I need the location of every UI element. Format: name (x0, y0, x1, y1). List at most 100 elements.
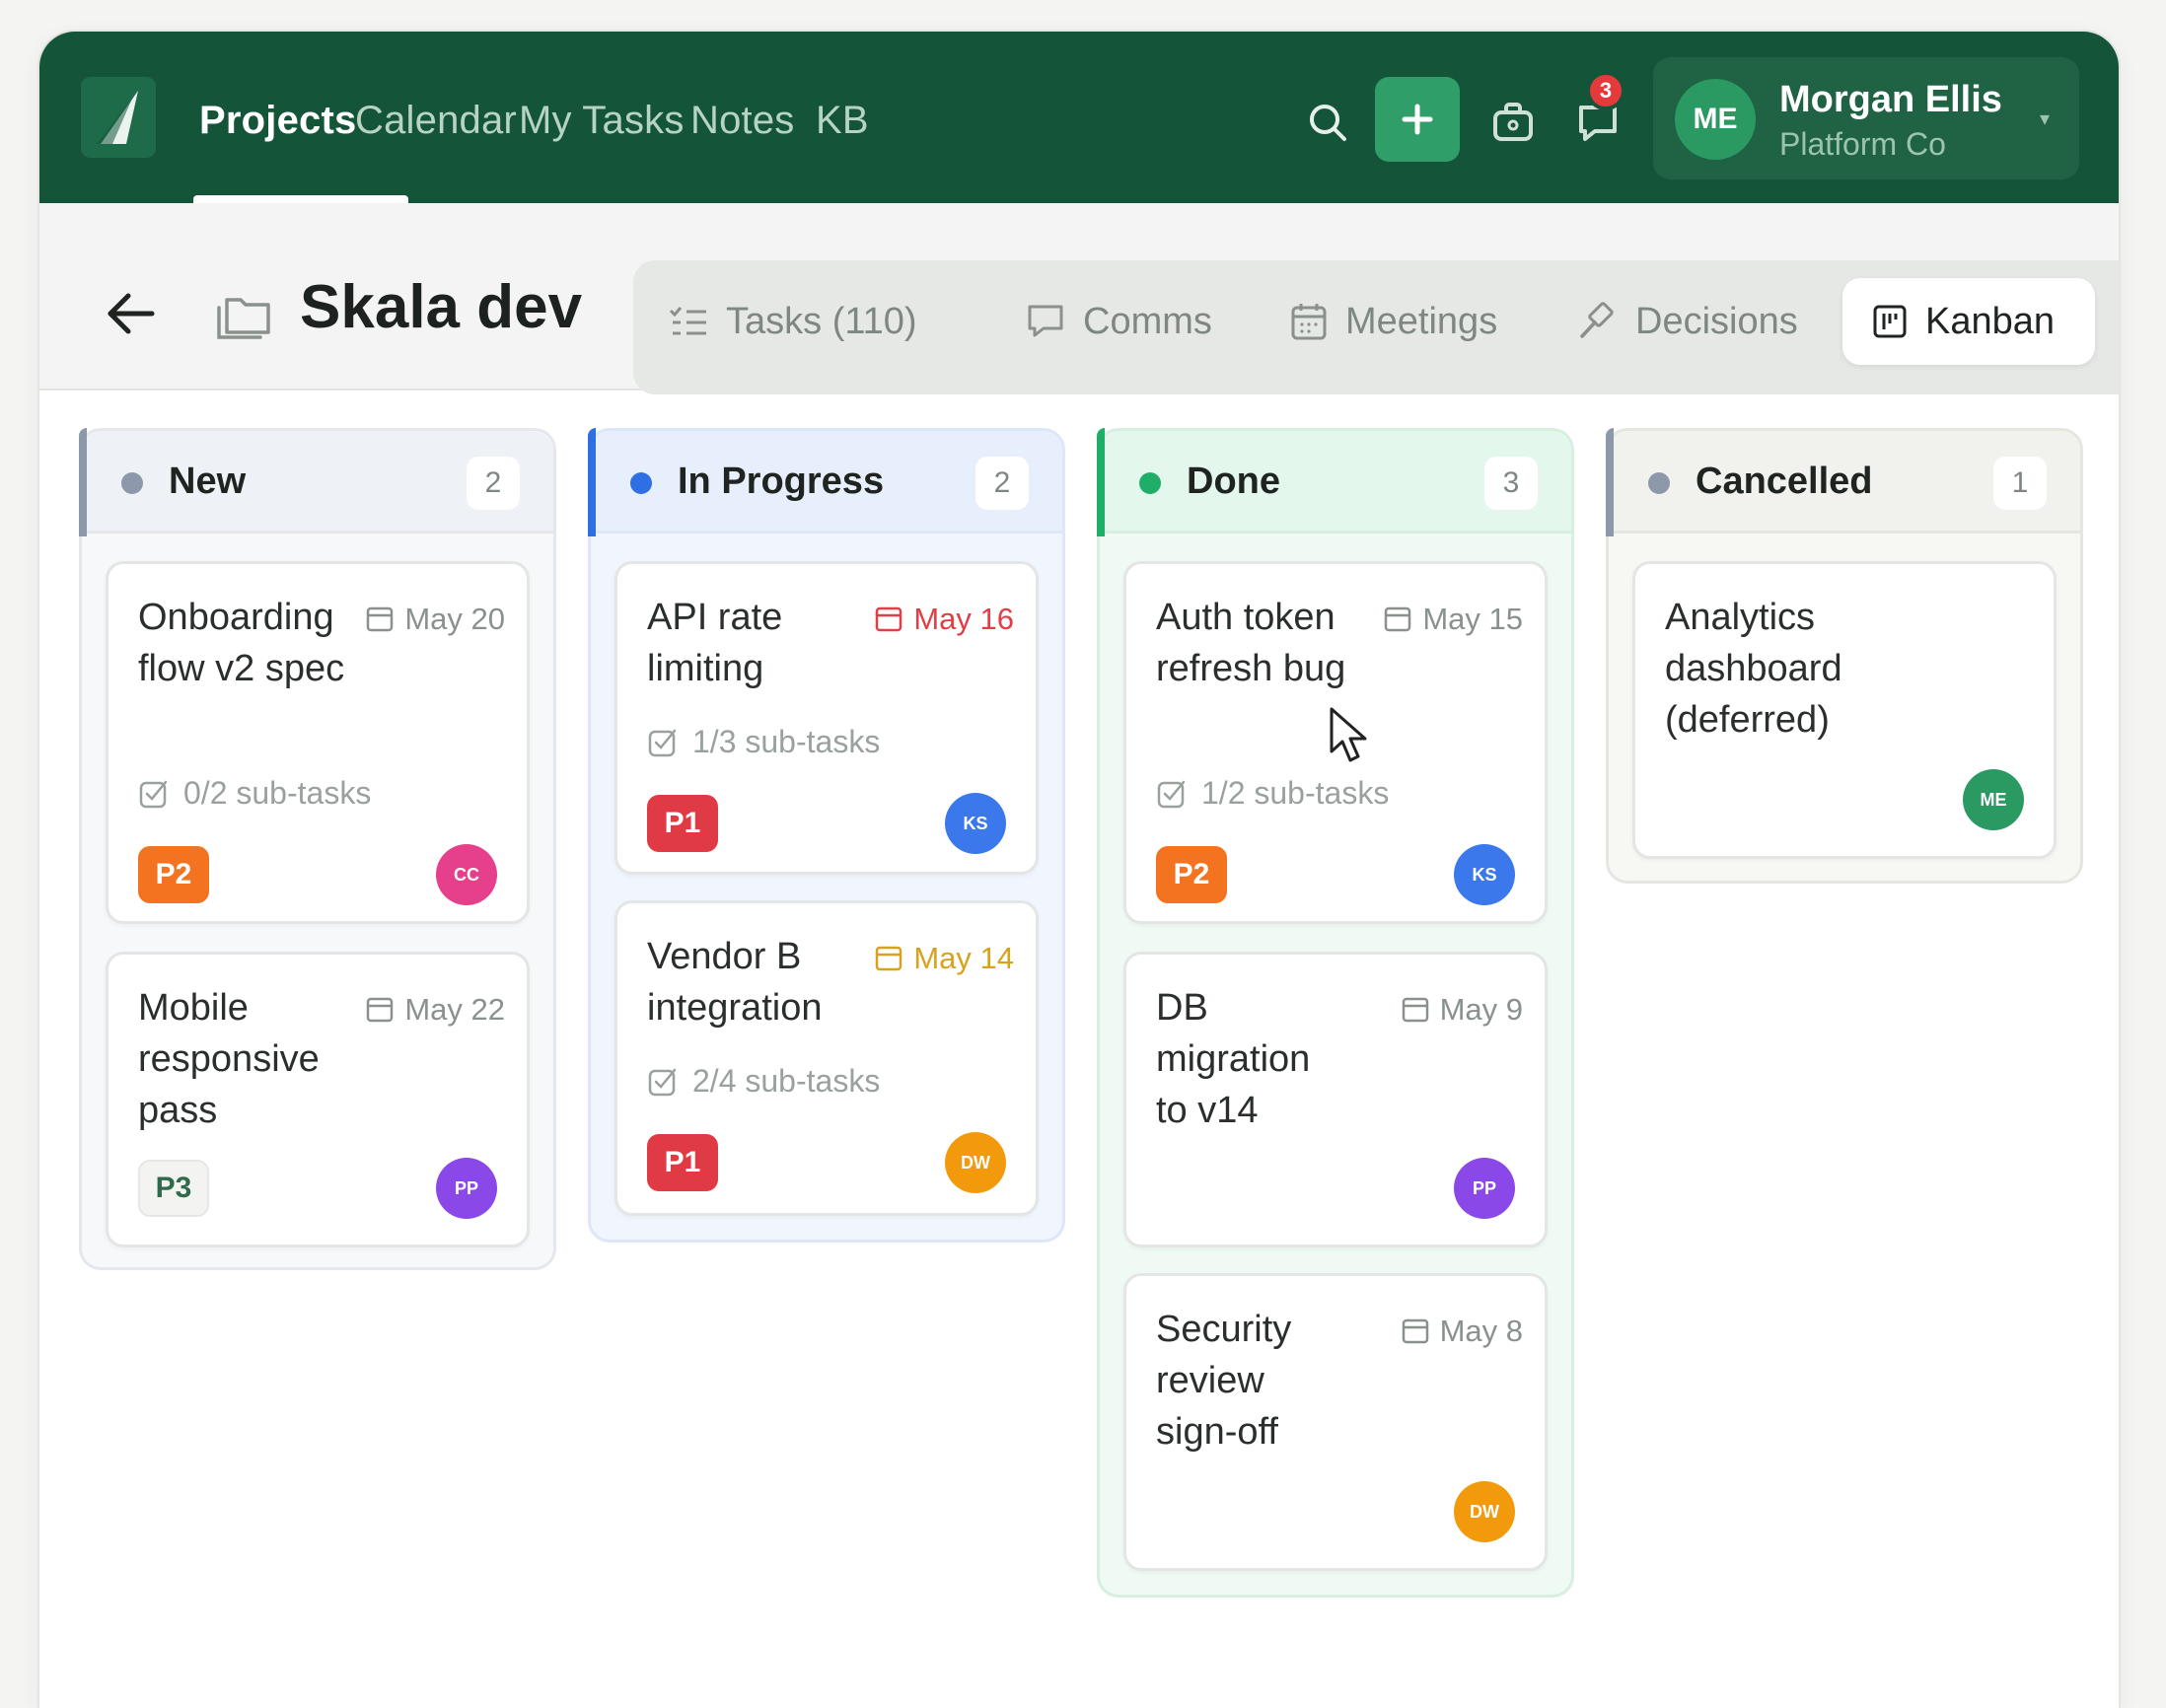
mouse-cursor-icon (1330, 707, 1367, 762)
tab-label: Kanban (1925, 300, 2056, 342)
task-card[interactable]: Mobile responsive pass May 22 P3 PP (106, 952, 530, 1247)
column-accent (1097, 428, 1105, 536)
tab-decisions[interactable]: Decisions (1578, 278, 1798, 365)
chevron-down-icon: ▾ (2040, 108, 2051, 130)
subtask-progress: 1/3 sub-tasks (647, 724, 880, 760)
nav-kb[interactable]: KB (816, 91, 869, 150)
avatar: DW (945, 1132, 1006, 1193)
nav-calendar[interactable]: Calendar (355, 91, 517, 150)
due-date: May 22 (365, 992, 505, 1028)
user-name: Morgan Ellis (1779, 79, 2002, 120)
folder-icon (215, 284, 274, 343)
nav-notes[interactable]: Notes (690, 91, 795, 150)
avatar: PP (436, 1158, 497, 1219)
task-title: Security review sign-off (1156, 1309, 1292, 1453)
due-date: May 14 (874, 941, 1014, 976)
avatar: ME (1675, 79, 1756, 160)
priority-badge: P1 (647, 1134, 718, 1191)
column-title: New (169, 461, 247, 502)
subtask-progress: 0/2 sub-tasks (138, 775, 371, 812)
tab-tasks[interactable]: Tasks (110) (669, 278, 917, 365)
calendar-icon (1402, 1318, 1428, 1344)
calendar-icon (367, 997, 394, 1023)
kanban-column-new: New 2 Onboarding flow v2 spec May 20 0/2… (79, 428, 556, 1270)
user-organization: Platform Co (1779, 126, 1946, 162)
nav-my-tasks[interactable]: My Tasks (519, 91, 685, 150)
create-new-button[interactable] (1375, 77, 1460, 162)
column-title: Cancelled (1696, 461, 1873, 502)
app-window: Projects Calendar My Tasks Notes KB 3 ME… (39, 32, 2119, 1708)
task-card[interactable]: Onboarding flow v2 spec May 20 0/2 sub-t… (106, 561, 530, 924)
column-accent (588, 428, 596, 536)
status-dot (1648, 472, 1670, 494)
column-count: 1 (1993, 457, 2047, 510)
column-title: In Progress (678, 461, 885, 502)
due-date: May 20 (365, 602, 505, 637)
task-card[interactable]: Security review sign-off May 8 DW (1123, 1273, 1548, 1571)
project-view-tabs: Tasks (110) Comms Meetings Decisions Kan… (633, 260, 2119, 394)
avatar: CC (436, 844, 497, 905)
back-button[interactable] (95, 278, 166, 349)
calendar-icon (876, 606, 902, 632)
page-title: Skala dev (300, 273, 583, 341)
gavel-icon (1580, 302, 1614, 338)
tab-label: Meetings (1345, 300, 1498, 342)
message-icon (1028, 305, 1063, 337)
status-dot (121, 472, 143, 494)
column-accent (79, 428, 87, 536)
tab-label: Tasks (110) (726, 300, 917, 342)
tab-comms[interactable]: Comms (1026, 278, 1212, 365)
checkbox-icon (648, 729, 677, 756)
subtask-progress: 2/4 sub-tasks (647, 1063, 880, 1100)
priority-badge: P1 (647, 795, 718, 852)
calendar-icon (876, 946, 902, 971)
task-title: Onboarding flow v2 spec (138, 597, 345, 689)
task-title: Vendor B integration (647, 936, 823, 1029)
nav-projects[interactable]: Projects (199, 91, 356, 150)
sail-logo-icon[interactable] (81, 77, 156, 158)
kanban-column-in-progress: In Progress 2 API rate limiting May 16 1… (588, 428, 1065, 1243)
tab-meetings[interactable]: Meetings (1290, 278, 1497, 365)
list-icon (669, 307, 706, 335)
calendar-icon (1402, 997, 1428, 1023)
due-date: May 16 (874, 602, 1014, 637)
active-nav-indicator (193, 195, 408, 203)
status-dot (1139, 472, 1161, 494)
briefcase-icon[interactable] (1485, 95, 1541, 150)
calendar-icon (1291, 304, 1327, 340)
checkbox-icon (648, 1068, 677, 1096)
kanban-column-done: Done 3 Auth token refresh bug May 15 1/2… (1097, 428, 1574, 1598)
due-date: May 15 (1383, 602, 1523, 637)
tab-label: Comms (1083, 300, 1212, 342)
avatar: KS (1454, 844, 1515, 905)
plus-icon (1402, 104, 1433, 135)
column-accent (1606, 428, 1614, 536)
user-menu[interactable]: ME Morgan Ellis Platform Co ▾ (1653, 57, 2079, 179)
task-title: Mobile responsive pass (138, 987, 320, 1131)
avatar: ME (1963, 769, 2024, 830)
top-navigation-bar: Projects Calendar My Tasks Notes KB 3 ME… (39, 32, 2119, 203)
priority-badge: P2 (1156, 846, 1227, 903)
task-card[interactable]: DB migration to v14 May 9 PP (1123, 952, 1548, 1247)
task-title: Auth token refresh bug (1156, 597, 1346, 689)
arrow-left-icon (108, 293, 155, 334)
task-card[interactable]: Analytics dashboard (deferred) ME (1632, 561, 2057, 859)
kanban-icon (1873, 305, 1907, 338)
due-date: May 9 (1401, 992, 1523, 1028)
notification-badge: 3 (1586, 71, 1625, 110)
task-card[interactable]: API rate limiting May 16 1/3 sub-tasks P… (614, 561, 1039, 875)
calendar-icon (367, 606, 394, 632)
task-title: Analytics dashboard (deferred) (1665, 597, 1842, 741)
search-icon[interactable] (1300, 95, 1355, 150)
column-count: 3 (1484, 457, 1538, 510)
avatar: KS (945, 793, 1006, 854)
column-title: Done (1187, 461, 1280, 502)
column-count: 2 (467, 457, 520, 510)
checkbox-icon (139, 780, 168, 808)
calendar-icon (1385, 606, 1411, 632)
task-card[interactable]: Vendor B integration May 14 2/4 sub-task… (614, 900, 1039, 1216)
tab-kanban[interactable]: Kanban (1842, 278, 2095, 365)
column-count: 2 (975, 457, 1029, 510)
due-date: May 8 (1401, 1314, 1523, 1349)
priority-badge: P2 (138, 846, 209, 903)
